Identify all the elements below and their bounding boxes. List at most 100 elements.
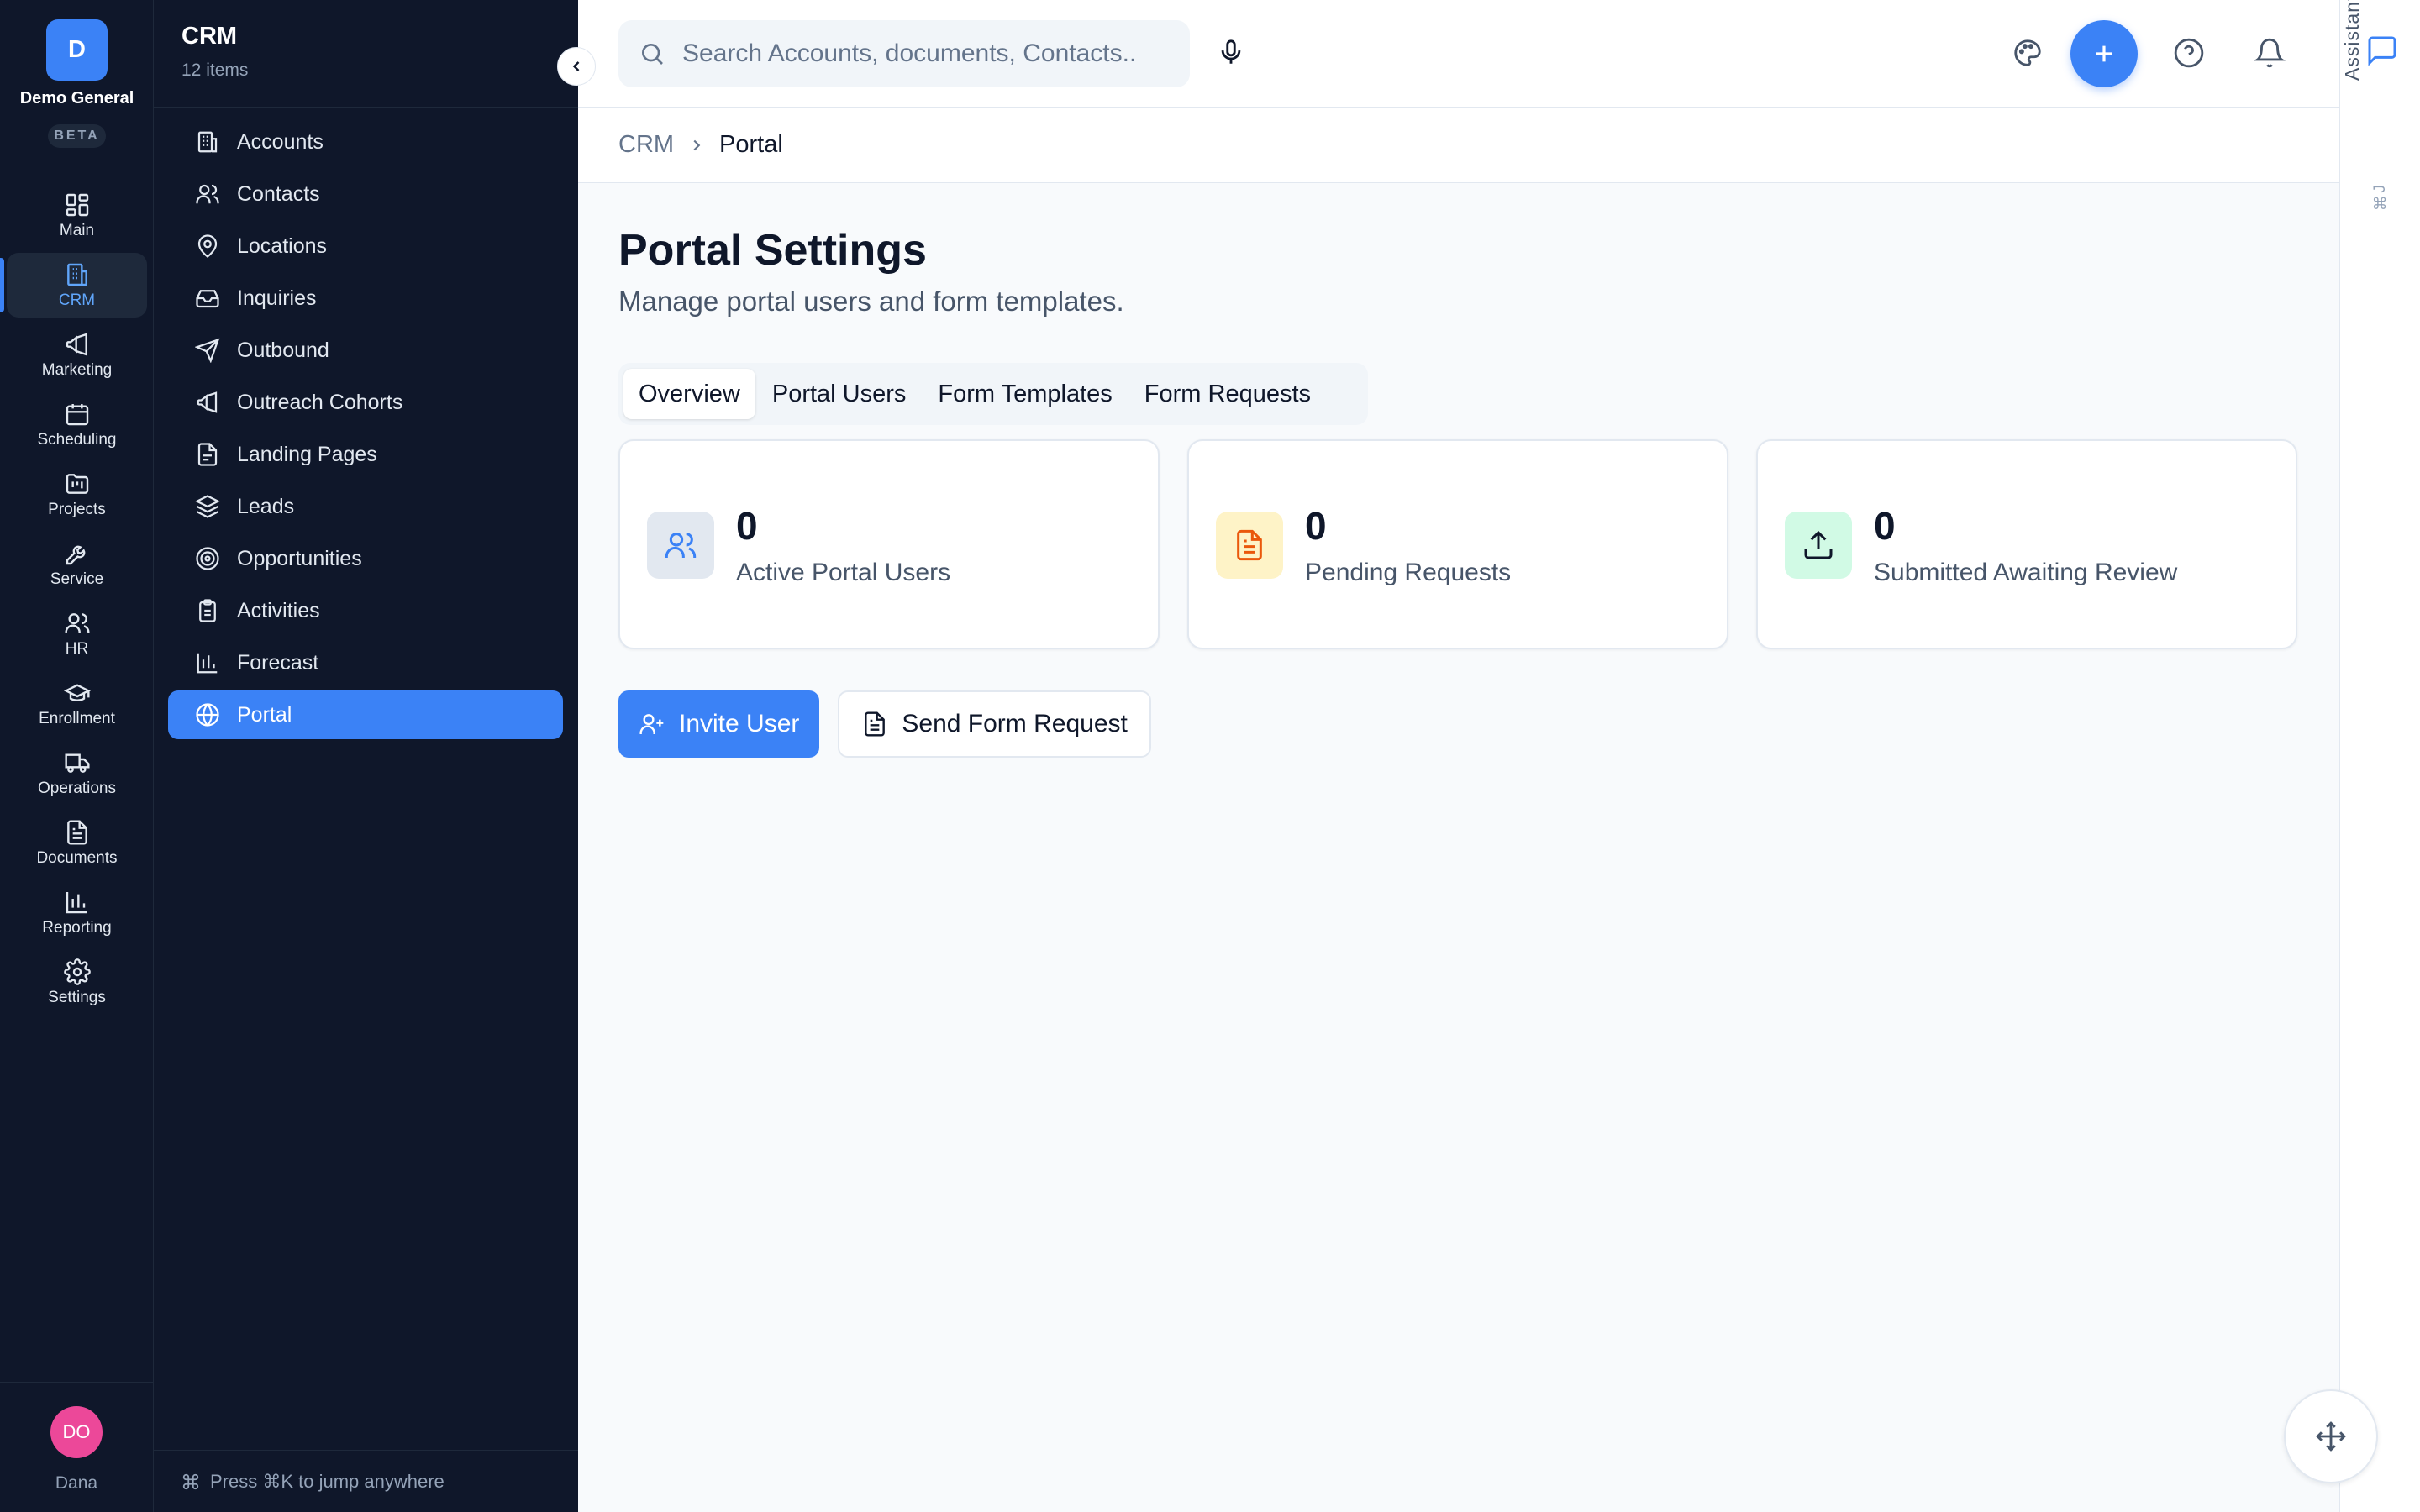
subnav-item-locations[interactable]: Locations (168, 222, 563, 270)
rail-item-enrollment[interactable]: Enrollment (7, 671, 147, 736)
calendar-icon (66, 403, 88, 425)
subnav-item-contacts[interactable]: Contacts (168, 170, 563, 218)
rail-item-scheduling[interactable]: Scheduling (7, 392, 147, 457)
rail-item-label: HR (65, 639, 89, 658)
stat-value: 0 (1305, 504, 1327, 548)
rail-item-label: Operations (38, 779, 116, 797)
workspace-logo[interactable]: D (46, 19, 108, 81)
rail-item-label: Enrollment (39, 709, 115, 727)
stat-card-awaiting-review: 0 Submitted Awaiting Review (1756, 439, 2297, 649)
subnav-item-label: Locations (237, 234, 328, 258)
wrench-icon (66, 545, 85, 564)
subnav-item-portal[interactable]: Portal (168, 690, 563, 739)
voice-search-button[interactable] (1217, 37, 1245, 69)
map-pin-icon (197, 234, 218, 258)
page-title: Portal Settings (618, 226, 927, 275)
move-widget-button[interactable] (2284, 1389, 2378, 1483)
rail-item-label: Documents (36, 848, 118, 867)
rail-item-reporting[interactable]: Reporting (7, 880, 147, 945)
rail-item-label: Main (59, 221, 95, 239)
tab-portal-users[interactable]: Portal Users (757, 369, 922, 419)
breadcrumb-current: Portal (719, 131, 783, 158)
workspace-name[interactable]: Demo General (7, 89, 147, 108)
rail-item-settings[interactable]: Settings (7, 950, 147, 1015)
target-icon (196, 547, 219, 570)
rail-item-main[interactable]: Main (7, 183, 147, 248)
subnav-item-opportunities[interactable]: Opportunities (168, 534, 563, 583)
plus-icon (2096, 45, 2112, 62)
globe-icon (196, 703, 219, 727)
notifications-button[interactable] (2254, 37, 2286, 69)
subnav-item-label: Outreach Cohorts (237, 390, 403, 414)
palette-icon (2014, 39, 2041, 66)
subnav-item-label: Landing Pages (237, 442, 377, 466)
grid-icon (66, 193, 88, 216)
create-new-button[interactable] (2070, 20, 2138, 87)
subnav-item-leads[interactable]: Leads (168, 482, 563, 531)
building-icon (66, 263, 87, 286)
megaphone-icon (197, 391, 218, 413)
avatar[interactable]: DO (50, 1406, 103, 1458)
stat-card-active-users: 0 Active Portal Users (618, 439, 1160, 649)
subnav-item-outreach-cohorts[interactable]: Outreach Cohorts (168, 378, 563, 427)
tab-form-templates[interactable]: Form Templates (923, 369, 1127, 419)
graduation-cap-icon (63, 683, 91, 701)
subnav-item-outbound[interactable]: Outbound (168, 326, 563, 375)
rail-nav: Main CRM Marketing Scheduling Projects S… (0, 183, 147, 1020)
rail-item-documents[interactable]: Documents (7, 811, 147, 875)
assistant-label: Assistant (2341, 0, 2363, 81)
command-hint-text: Press ⌘K to jump anywhere (210, 1470, 445, 1492)
rail-item-label: CRM (58, 291, 96, 309)
subnav-list: Accounts Contacts Locations Inquiries Ou… (168, 118, 563, 743)
stat-card-pending-requests: 0 Pending Requests (1187, 439, 1728, 649)
crm-subnav: CRM 12 items Accounts Contacts Locations… (154, 0, 596, 1512)
help-circle-icon (2174, 38, 2204, 68)
rail-item-operations[interactable]: Operations (7, 741, 147, 806)
building-icon (197, 131, 218, 153)
users-icon (64, 612, 90, 633)
subnav-item-landing-pages[interactable]: Landing Pages (168, 430, 563, 479)
layers-icon (195, 495, 220, 518)
stat-value: 0 (1874, 504, 1896, 548)
command-icon (182, 1473, 199, 1489)
rail-item-projects[interactable]: Projects (7, 462, 147, 527)
rail-item-label: Projects (48, 500, 106, 518)
subnav-item-label: Opportunities (237, 546, 362, 570)
rail-item-label: Marketing (41, 360, 113, 379)
microphone-icon (1221, 39, 1241, 64)
theme-button[interactable] (2012, 37, 2044, 69)
rail-item-crm[interactable]: CRM (0, 253, 147, 318)
subnav-item-activities[interactable]: Activities (168, 586, 563, 635)
tab-form-requests[interactable]: Form Requests (1129, 369, 1326, 419)
stats-cards: 0 Active Portal Users 0 Pending Requests… (618, 439, 2299, 649)
rail-item-service[interactable]: Service (7, 532, 147, 596)
stat-label: Pending Requests (1305, 559, 1512, 586)
file-text-icon (1216, 512, 1283, 579)
rail-item-label: Service (50, 570, 104, 588)
help-button[interactable] (2173, 37, 2205, 69)
search-box[interactable] (618, 20, 1190, 87)
stat-value: 0 (736, 504, 758, 548)
subnav-title: CRM (182, 23, 238, 50)
chevron-left-icon (572, 61, 580, 71)
subnav-count: 12 items (182, 60, 249, 80)
tab-overview[interactable]: Overview (623, 369, 755, 419)
send-form-request-button[interactable]: Send Form Request (838, 690, 1151, 758)
message-square-icon (2365, 34, 2399, 67)
subnav-item-inquiries[interactable]: Inquiries (168, 274, 563, 323)
file-text-icon (66, 819, 87, 845)
rail-item-marketing[interactable]: Marketing (7, 323, 147, 387)
stat-label: Submitted Awaiting Review (1874, 559, 2178, 586)
send-form-request-label: Send Form Request (902, 710, 1128, 738)
users-icon (647, 512, 714, 579)
assistant-panel-toggle[interactable]: Assistant (2339, 0, 2420, 1512)
collapse-sidebar-button[interactable] (557, 47, 596, 86)
subnav-item-forecast[interactable]: Forecast (168, 638, 563, 687)
invite-user-button[interactable]: Invite User (618, 690, 820, 758)
subnav-item-accounts[interactable]: Accounts (168, 118, 563, 166)
breadcrumb-crm[interactable]: CRM (618, 131, 674, 159)
search-input[interactable] (682, 39, 1136, 68)
gear-icon (63, 958, 91, 985)
bell-icon (2254, 38, 2286, 68)
rail-item-hr[interactable]: HR (7, 601, 147, 666)
